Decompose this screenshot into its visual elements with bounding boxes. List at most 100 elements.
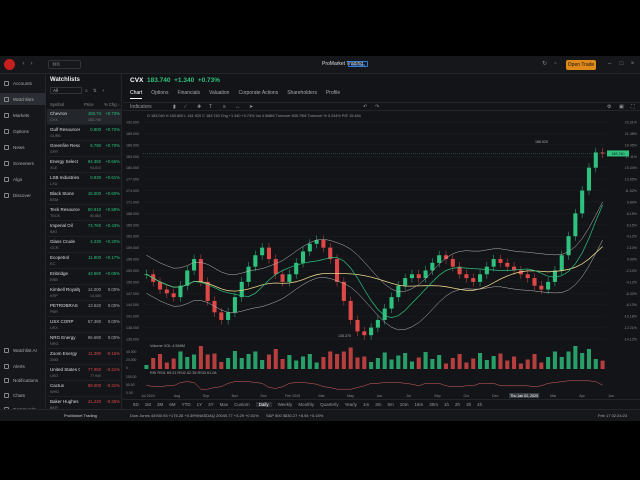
nav-item-options[interactable]: Options <box>0 125 46 137</box>
watchlist-row[interactable]: Imperial Oil IMO 74.760 +0.43% <box>47 221 122 237</box>
watchlist-row[interactable]: NRG Energy NRG 96.680 0.00% <box>47 333 122 349</box>
range-4h[interactable]: 4h <box>477 402 482 407</box>
close-icon[interactable]: × <box>629 61 636 68</box>
nav-item-chats[interactable]: Chats <box>0 389 46 401</box>
watchlists-icon <box>4 96 9 102</box>
range-quarterly[interactable]: Quarterly <box>320 402 339 407</box>
watchlist-row[interactable]: Greenfire Resources GFR 6.790 +0.70% <box>47 141 122 157</box>
ticker-dow[interactable]: Dow Jones 44930.93 +175.28 +0.39% <box>130 413 198 418</box>
nav-back-icon[interactable]: ‹ <box>20 61 27 68</box>
nav-item-news[interactable]: News <box>0 141 46 153</box>
row-name: Energy Select <box>50 159 79 164</box>
bell-icon[interactable]: ▫ <box>552 61 559 68</box>
col-price-header[interactable]: Price <box>84 102 94 107</box>
range-monthly[interactable]: Monthly <box>298 402 314 407</box>
nav-item-alerts[interactable]: Alerts <box>0 360 46 372</box>
row-price: 11.390 <box>88 351 101 356</box>
nav-item-markets[interactable]: Markets <box>0 109 46 121</box>
watchlist-row[interactable]: PETROBRAS PBR 13.620 0.00% <box>47 301 122 317</box>
watchlist-row[interactable]: Zoom Energy ZMD 11.390 -0.16% <box>47 349 122 365</box>
range-10m[interactable]: 10m <box>400 402 409 407</box>
volume-bar <box>164 362 169 369</box>
news-icon <box>4 144 9 150</box>
range-weekly[interactable]: Weekly <box>278 402 293 407</box>
volume-bar <box>294 360 299 369</box>
range-5m[interactable]: 5m <box>387 402 393 407</box>
row-name: Imperial Oil <box>50 223 73 228</box>
row-price: 94.350 <box>87 159 101 164</box>
nav-item-watchlist-ai[interactable]: Watchlist AI <box>0 344 46 356</box>
range-3y[interactable]: 3Y <box>208 402 214 407</box>
range-30m[interactable]: 30m <box>429 402 438 407</box>
watchlist-row[interactable]: Gulf Resources GURE 0.800 +0.72% <box>47 125 122 141</box>
watchlist-row[interactable]: USX CORP USX 57.380 0.00% <box>47 317 122 333</box>
watchlist-row[interactable]: Chevron CVX 183.74 183.740 +0.73% <box>47 109 122 125</box>
watchlist-row[interactable]: Enbridge ENB 43.960 +0.05% <box>47 269 122 285</box>
watchlist-row[interactable]: Cactus WHD 59.000 -0.31% <box>47 381 122 397</box>
row-change: +0.72% <box>105 127 120 132</box>
nav-item-algo[interactable]: Algo <box>0 173 46 185</box>
rsi-line <box>146 380 603 390</box>
range-15m[interactable]: 15m <box>415 402 424 407</box>
search-input[interactable]: ⌘K <box>48 60 81 69</box>
ticker-nasdaq[interactable]: NASDAQ 20040.77 +3.29 +0.01% <box>198 413 259 418</box>
volume-axis-label: 0 <box>126 366 128 370</box>
watchlist-row[interactable]: Glass Crude GCR 4.230 +0.20% <box>47 237 122 253</box>
ticker-sp500[interactable]: S&P 500 5830.27 +8.94 +0.15% <box>266 413 323 418</box>
app-logo[interactable] <box>4 59 15 70</box>
candle-body <box>164 289 169 294</box>
minimize-icon[interactable]: – <box>606 61 613 68</box>
range-ytd[interactable]: YTD <box>182 402 191 407</box>
nav-item-screeners[interactable]: Screeners <box>0 157 46 169</box>
col-change-header[interactable]: % Chg ↓ <box>104 102 120 107</box>
candle-body <box>375 319 380 328</box>
watchlist-row[interactable]: United States Oil USO 77.950 77.940 -0.21% <box>47 365 122 381</box>
watchlist-tools[interactable]: ≡ ⇅ + <box>85 88 107 94</box>
volume-bar <box>409 361 414 369</box>
watchlist-row[interactable]: Kimbell Royalty KRP 14.000 14.085 0.00% <box>47 285 122 301</box>
volume-bar <box>375 358 380 369</box>
maximize-icon[interactable]: □ <box>618 61 625 68</box>
price-chart[interactable]: 192.000 189.000 186.000 183.000 180.000 177.0… <box>123 74 640 399</box>
nav-item-accounts[interactable]: Accounts <box>0 77 46 89</box>
nav-item-notifications[interactable]: Notifications <box>0 374 46 386</box>
range-1h[interactable]: 1h <box>444 402 449 407</box>
nav-forward-icon[interactable]: › <box>28 61 35 68</box>
nav-item-discover[interactable]: Discover <box>0 189 46 201</box>
open-trade-button[interactable]: Open Trade <box>566 60 596 70</box>
range-3m[interactable]: 3m <box>375 402 381 407</box>
watchlist-row[interactable]: Teck Resources TECK 50.910 50.860 +0.58% <box>47 205 122 221</box>
watchlist-row[interactable]: Ecopetrol EC 11.900 +0.17% <box>47 253 122 269</box>
range-1m[interactable]: 1M <box>145 402 151 407</box>
range-1y[interactable]: 1Y <box>197 402 203 407</box>
candle-body <box>586 167 592 191</box>
price-axis-label: 165.000 <box>126 223 139 227</box>
range-6m[interactable]: 6M <box>169 402 175 407</box>
trading-app-window: ‹ › ⌘K ProMarket Trading Markets ↻ ▫ Ope… <box>0 56 640 421</box>
price-axis-label: 153.000 <box>126 269 139 273</box>
range-2h[interactable]: 2h <box>455 402 460 407</box>
nav-item-watchlists[interactable]: Watchlists <box>0 93 46 105</box>
row-change: -0.35% <box>106 399 120 404</box>
volume-bar <box>512 356 517 369</box>
volume-bar <box>477 353 483 369</box>
range-custom[interactable]: Custom <box>234 402 250 407</box>
range-3m[interactable]: 3M <box>157 402 163 407</box>
watchlist-row[interactable]: LSB Industries LXU 9.830 +0.61% <box>47 173 122 189</box>
range-yearly[interactable]: Yearly <box>345 402 357 407</box>
volume-bar <box>491 356 496 369</box>
range-1m[interactable]: 1m <box>363 402 369 407</box>
watchlist-group-select[interactable]: All <box>50 87 82 94</box>
watchlist-title[interactable]: Watchlists <box>50 77 80 83</box>
row-price: 77.950 <box>87 367 101 372</box>
range-5d[interactable]: 5D <box>133 402 139 407</box>
refresh-icon[interactable]: ↻ <box>541 61 548 68</box>
col-symbol-header[interactable]: Symbol <box>50 102 64 107</box>
candle-body <box>287 274 292 282</box>
range-daily[interactable]: Daily <box>255 401 272 407</box>
watchlist-row[interactable]: Energy Select XLE 94.350 94.810 +0.66% <box>47 157 122 173</box>
watchlist-row[interactable]: Black Stone BSM 15.000 +0.60% <box>47 189 122 205</box>
range-3h[interactable]: 3h <box>466 402 471 407</box>
volume-bar <box>348 347 353 369</box>
range-max[interactable]: Max <box>220 402 229 407</box>
